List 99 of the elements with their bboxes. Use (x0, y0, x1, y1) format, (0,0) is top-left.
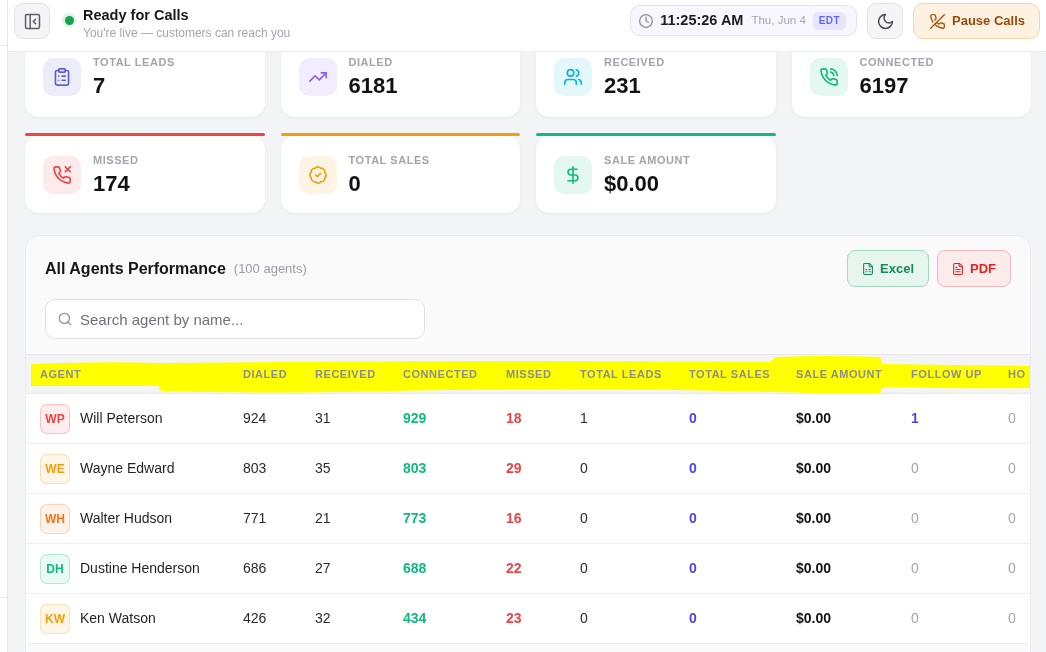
agent-name: Dustine Henderson (80, 559, 200, 578)
table-cell: 35 (315, 443, 403, 494)
column-header[interactable]: SALE AMOUNT (796, 354, 911, 394)
excel-export-button[interactable]: Excel (847, 250, 929, 287)
table-cell: 924 (243, 393, 315, 444)
panel-icon (23, 12, 41, 30)
table-cell: 0 (689, 443, 796, 494)
stat-value: 7 (93, 73, 107, 99)
table-cell: 0 (1008, 493, 1030, 544)
table-cell: $0.00 (796, 443, 911, 494)
table-cell: 16 (506, 493, 580, 544)
stat-label: CONNECTED (859, 55, 935, 69)
spreadsheet-icon (862, 262, 874, 275)
table-cell: 0 (1008, 393, 1030, 444)
sidebar-toggle-button[interactable] (14, 3, 50, 39)
table-cell: 0 (911, 443, 1008, 494)
table-cell: 0 (1008, 543, 1030, 594)
table-cell: 434 (403, 593, 506, 644)
table-cell: $0.00 (796, 493, 911, 544)
table-cell: 0 (580, 593, 689, 644)
stat-label: TOTAL LEADS (93, 55, 175, 69)
agent-name: Ken Watson (80, 609, 156, 628)
table-cell: 0 (580, 443, 689, 494)
search-icon (58, 312, 72, 326)
agent-avatar: WH (40, 503, 70, 534)
clock-date: Thu, Jun 4 (751, 12, 806, 28)
table-cell: 22 (506, 543, 580, 594)
table-cell: 0 (911, 543, 1008, 594)
table-cell: 929 (403, 393, 506, 444)
table-cell: 0 (689, 393, 796, 444)
table-cell: 773 (403, 493, 506, 544)
search-field[interactable]: Search agent by name... (45, 299, 425, 339)
stat-label: RECEIVED (604, 55, 665, 69)
agent-avatar: KW (40, 603, 70, 634)
stat-label: SALE AMOUNT (604, 152, 691, 167)
agent-name: Wayne Edward (80, 459, 175, 478)
stat-label: TOTAL SALES (348, 152, 430, 167)
table-cell: 426 (243, 593, 315, 644)
table-cell: 803 (243, 443, 315, 494)
theme-toggle-button[interactable] (867, 3, 903, 39)
column-header[interactable]: RECEIVED (315, 354, 403, 394)
column-header[interactable]: DIALED (243, 354, 315, 394)
agent-name: Walter Hudson (80, 509, 173, 528)
stat-value: 6197 (859, 73, 910, 99)
table-cell: 23 (506, 593, 580, 644)
stat-value: 174 (93, 170, 131, 197)
status-title: Ready for Calls (83, 6, 190, 24)
moon-icon (876, 12, 894, 30)
table-cell: 803 (403, 443, 506, 494)
column-header[interactable]: HO (1008, 354, 1030, 394)
stat-value: 0 (348, 170, 362, 197)
table-cell: 0 (580, 543, 689, 594)
table-cell: 0 (911, 493, 1008, 544)
table-cell: 1 (911, 393, 1008, 444)
clock-icon (639, 13, 654, 28)
table-cell: 21 (315, 493, 403, 544)
agent-avatar: WP (40, 403, 70, 434)
table-cell: 29 (506, 443, 580, 494)
pdf-export-button[interactable]: PDF (937, 250, 1011, 287)
column-header[interactable]: TOTAL LEADS (580, 354, 689, 394)
column-header[interactable]: AGENT (26, 354, 243, 394)
timezone-badge: EDT (812, 11, 846, 30)
table-cell: 32 (315, 593, 403, 644)
agent-avatar: WE (40, 453, 70, 484)
phone-off-icon (930, 13, 945, 29)
table-cell: 0 (689, 593, 796, 644)
stat-label: DIALED (348, 55, 394, 69)
table-cell: 0 (911, 593, 1008, 644)
table-cell: $0.00 (796, 543, 911, 594)
document-icon (952, 262, 964, 275)
table-cell: 0 (1008, 593, 1030, 644)
table-cell: 27 (315, 543, 403, 594)
column-header[interactable]: CONNECTED (403, 354, 506, 394)
status-subtitle: You're live — customers can reach you (83, 25, 291, 41)
table-cell: 688 (403, 543, 506, 594)
table-cell: 0 (580, 493, 689, 544)
clock-time: 11:25:26 AM (660, 10, 744, 30)
agent-name: Will Peterson (80, 409, 163, 428)
table-cell: 686 (243, 543, 315, 594)
table-cell: 0 (1008, 443, 1030, 494)
panel-title: All Agents Performance (45, 258, 226, 279)
table-cell: $0.00 (796, 393, 911, 444)
agent-avatar: DH (40, 553, 70, 584)
agent-count: (100 agents) (233, 259, 307, 278)
table-cell: $0.00 (796, 593, 911, 644)
table-cell: 31 (315, 393, 403, 444)
table-cell: 0 (689, 543, 796, 594)
table-cell: 0 (689, 493, 796, 544)
stat-value: $0.00 (604, 170, 661, 197)
column-header[interactable]: MISSED (506, 354, 580, 394)
table-cell: 1 (580, 393, 689, 444)
stat-value: 231 (604, 73, 642, 99)
pause-calls-button[interactable]: Pause Calls (913, 3, 1040, 39)
column-header[interactable]: FOLLOW UP (911, 354, 1008, 394)
table-cell: 18 (506, 393, 580, 444)
stat-label: MISSED (93, 152, 139, 167)
stat-value: 6181 (348, 73, 398, 99)
table-cell: 771 (243, 493, 315, 544)
column-header[interactable]: TOTAL SALES (689, 354, 796, 394)
